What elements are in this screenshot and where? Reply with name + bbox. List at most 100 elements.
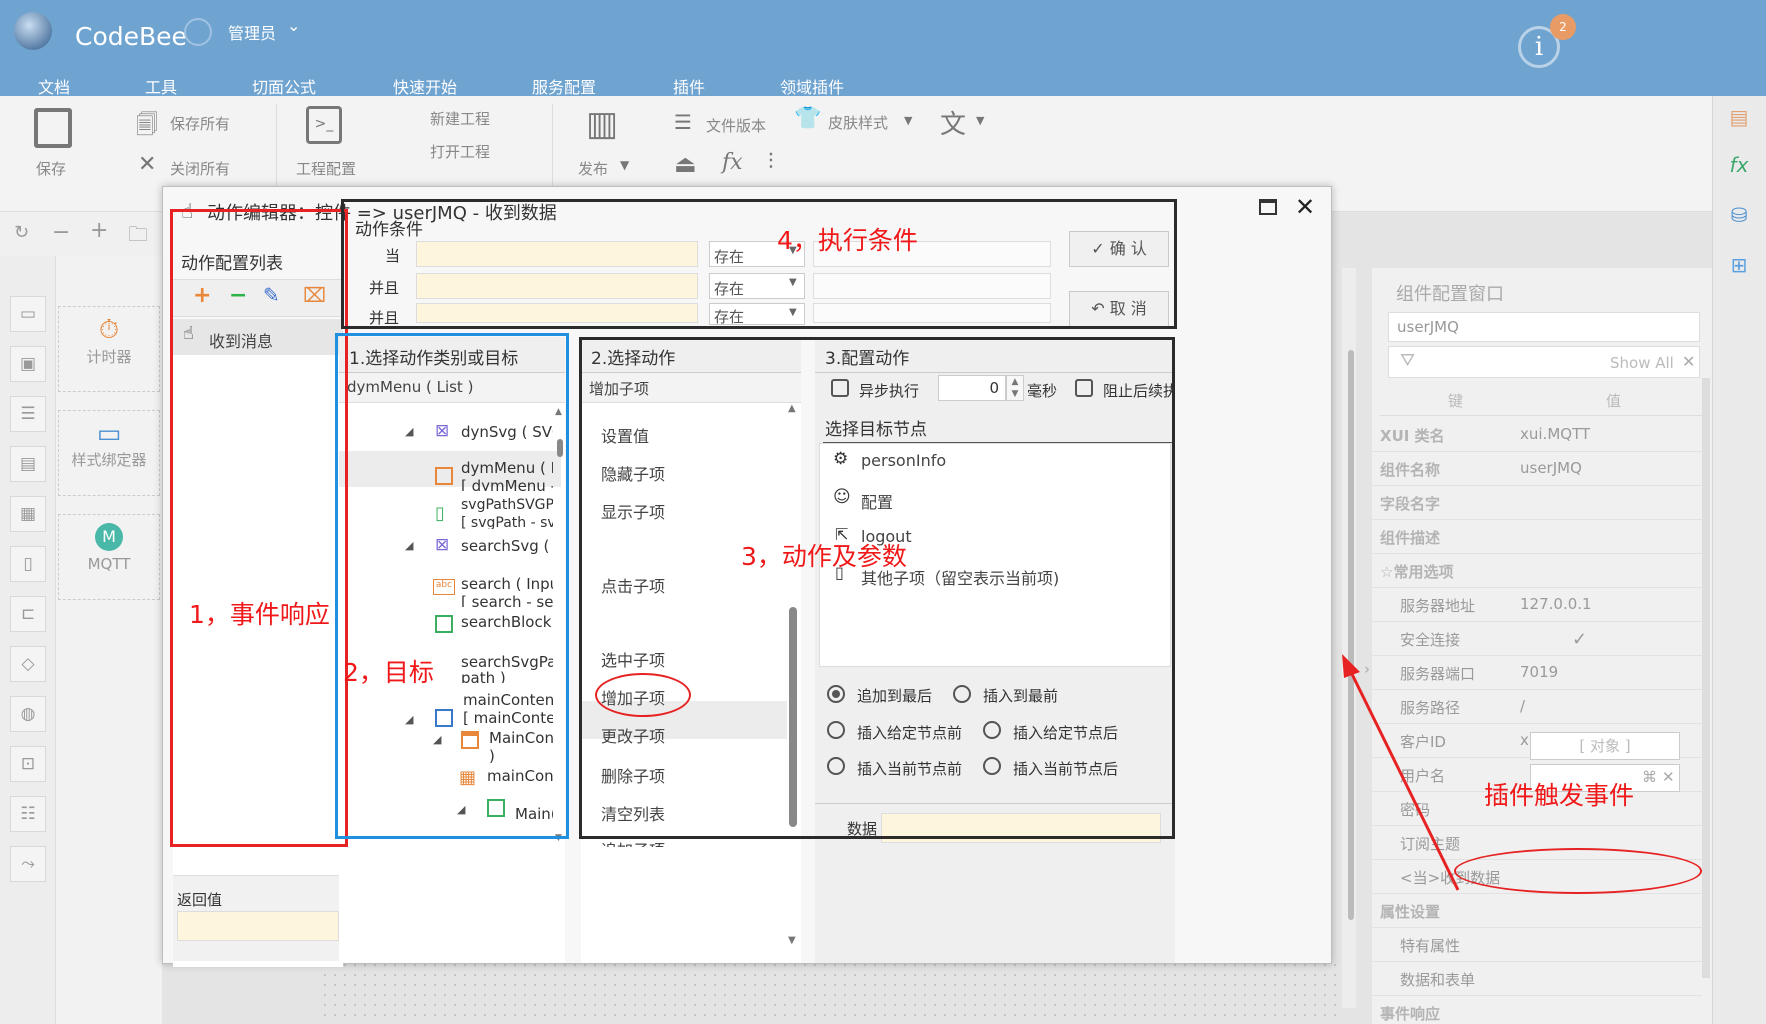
save-button[interactable]: 保存 bbox=[36, 158, 66, 179]
shirt-icon[interactable]: 👕 bbox=[794, 106, 821, 131]
panel-icon[interactable]: ▣ bbox=[10, 346, 46, 382]
config-row[interactable]: 字段名字 bbox=[1372, 486, 1702, 520]
annotation-action-params: 3，动作及参数 bbox=[741, 542, 907, 571]
text-icon[interactable]: ☰ bbox=[10, 396, 46, 432]
command-icon[interactable]: ⌘ bbox=[1642, 768, 1657, 786]
shapes-icon[interactable]: ◇ bbox=[10, 646, 46, 682]
save-all-icon[interactable]: 🗐 bbox=[136, 108, 158, 146]
clear-icon[interactable]: ✕ bbox=[1662, 768, 1675, 786]
close-icon[interactable]: ✕ bbox=[1682, 352, 1695, 371]
menu-plugins[interactable]: 插件 bbox=[673, 74, 705, 98]
publish-button[interactable]: 发布 bbox=[578, 158, 608, 179]
chevron-down-icon[interactable]: ▼ bbox=[976, 114, 984, 127]
config-row-key: 特有属性 bbox=[1400, 937, 1461, 955]
stamp-icon[interactable]: ⏏ bbox=[674, 150, 697, 178]
scroll-down-icon[interactable]: ▼ bbox=[788, 935, 796, 946]
skin-style-button[interactable]: 皮肤样式 bbox=[828, 112, 888, 133]
config-title: 组件配置窗口 bbox=[1396, 284, 1504, 305]
user-name[interactable]: 管理员 bbox=[228, 20, 276, 44]
project-config-button[interactable]: 工程配置 bbox=[296, 158, 356, 179]
palette-item-style-binder[interactable]: ▭ 样式绑定器 bbox=[58, 410, 160, 496]
widget-icon[interactable]: ▭ bbox=[10, 296, 46, 332]
publish-icon[interactable]: ▥ bbox=[586, 104, 618, 144]
config-scrollbar[interactable] bbox=[1702, 378, 1710, 978]
notification-badge: 2 bbox=[1550, 14, 1576, 40]
binder-icon: ▭ bbox=[96, 419, 122, 449]
grid-icon[interactable]: ⊞ bbox=[1720, 246, 1758, 284]
sliders-icon[interactable]: ⫶ bbox=[768, 150, 774, 175]
config-row[interactable]: 特有属性 bbox=[1372, 928, 1702, 962]
config-row-key: 组件描述 bbox=[1380, 529, 1441, 547]
menu-aspect-formula[interactable]: 切面公式 bbox=[252, 74, 316, 98]
config-row[interactable]: 服务器地址 127.0.0.1 bbox=[1372, 588, 1702, 622]
close-all-button[interactable]: 关闭所有 bbox=[170, 158, 230, 179]
menu-tools[interactable]: 工具 bbox=[145, 74, 177, 98]
new-project-button[interactable]: 新建工程 bbox=[430, 108, 490, 129]
mqtt-icon: M bbox=[95, 523, 123, 551]
component-name-input[interactable]: userJMQ bbox=[1388, 312, 1700, 342]
folder-icon[interactable]: 🗀 bbox=[128, 220, 148, 254]
config-row-key: 属性设置 bbox=[1380, 903, 1441, 921]
annotation-box-event bbox=[170, 209, 348, 847]
translate-icon[interactable]: 文 bbox=[940, 104, 966, 141]
config-row-key: 事件响应 bbox=[1380, 1005, 1441, 1023]
config-row-key: 安全连接 bbox=[1400, 631, 1461, 649]
config-row[interactable]: ☆常用选项 bbox=[1372, 554, 1702, 588]
palette-item-timer[interactable]: ⏱ 计时器 bbox=[58, 306, 160, 392]
return-value-label: 返回值 bbox=[177, 891, 223, 909]
chart-icon[interactable]: ⤳ bbox=[10, 846, 46, 882]
minus-icon[interactable]: − bbox=[52, 220, 70, 245]
menu-domain-plugins[interactable]: 领域插件 bbox=[780, 74, 844, 98]
open-project-button[interactable]: 打开工程 bbox=[430, 141, 490, 162]
close-all-icon[interactable]: ✕ bbox=[138, 152, 156, 177]
highlight-ellipse bbox=[1454, 848, 1702, 894]
palette-item-mqtt[interactable]: M MQTT bbox=[58, 514, 160, 600]
annotation-target: 2，目标 bbox=[343, 658, 434, 687]
menu-docs[interactable]: 文档 bbox=[38, 74, 70, 98]
chevron-down-icon[interactable]: ▼ bbox=[620, 158, 629, 172]
crop-icon[interactable]: ⊡ bbox=[10, 746, 46, 782]
config-row[interactable]: 事件响应 bbox=[1372, 996, 1702, 1024]
menu-quick-start[interactable]: 快速开始 bbox=[393, 74, 457, 98]
value-column-header: 值 bbox=[1606, 392, 1622, 410]
config-row-key: 字段名字 bbox=[1380, 495, 1441, 513]
refresh-icon[interactable]: ↻ bbox=[14, 222, 29, 243]
annotation-box-condition bbox=[341, 199, 1177, 329]
fx-icon[interactable]: fx bbox=[1720, 146, 1758, 184]
user-avatar-icon[interactable] bbox=[184, 18, 212, 46]
chevron-down-icon[interactable]: ⌄ bbox=[287, 16, 300, 35]
config-row-key: 数据和表单 bbox=[1400, 971, 1476, 989]
config-row[interactable]: 组件名称 userJMQ bbox=[1372, 452, 1702, 486]
project-config-icon[interactable]: >_ bbox=[306, 106, 342, 144]
database-icon[interactable]: ⛁ bbox=[1720, 196, 1758, 234]
subscribe-topic-value[interactable]: [ 对象 ] bbox=[1530, 732, 1680, 760]
list-icon[interactable]: ☰ bbox=[674, 110, 692, 134]
plus-icon[interactable]: + bbox=[90, 218, 108, 243]
show-all-button[interactable]: Show All bbox=[1610, 354, 1674, 372]
config-row-value: ✓ bbox=[1572, 629, 1588, 650]
form-icon[interactable]: ▤ bbox=[10, 446, 46, 482]
config-row[interactable]: 数据和表单 bbox=[1372, 962, 1702, 996]
save-all-button[interactable]: 保存所有 bbox=[170, 113, 230, 134]
annotation-arrow bbox=[1342, 654, 1460, 891]
maximize-icon[interactable] bbox=[1259, 199, 1277, 215]
return-value-input[interactable] bbox=[177, 911, 339, 941]
document-icon[interactable]: ▤ bbox=[1720, 98, 1758, 136]
layout-icon[interactable]: ▦ bbox=[10, 496, 46, 532]
config-row[interactable]: 组件描述 bbox=[1372, 520, 1702, 554]
menu-service-config[interactable]: 服务配置 bbox=[532, 74, 596, 98]
palette-icon[interactable]: ◍ bbox=[10, 696, 46, 732]
config-row[interactable]: XUI 类名 xui.MQTT bbox=[1372, 418, 1702, 452]
design-canvas bbox=[320, 960, 1340, 1024]
mobile-icon[interactable]: ▯ bbox=[10, 546, 46, 582]
save-icon[interactable] bbox=[34, 108, 72, 148]
filter-icon: ⛛ bbox=[1400, 350, 1416, 371]
close-icon[interactable]: ✕ bbox=[1295, 193, 1315, 221]
chevron-down-icon[interactable]: ▼ bbox=[904, 114, 912, 127]
file-version-button[interactable]: 文件版本 bbox=[706, 115, 766, 136]
settings-icon[interactable]: ☷ bbox=[10, 796, 46, 832]
palette-item-label: 样式绑定器 bbox=[71, 451, 147, 469]
component-config-window: 组件配置窗口 userJMQ ⛛ Show All ✕ 键 值 XUI 类名 xu… bbox=[1372, 268, 1712, 1024]
fx-icon[interactable]: fx bbox=[722, 150, 743, 175]
tree-icon[interactable]: ⊏ bbox=[10, 596, 46, 632]
